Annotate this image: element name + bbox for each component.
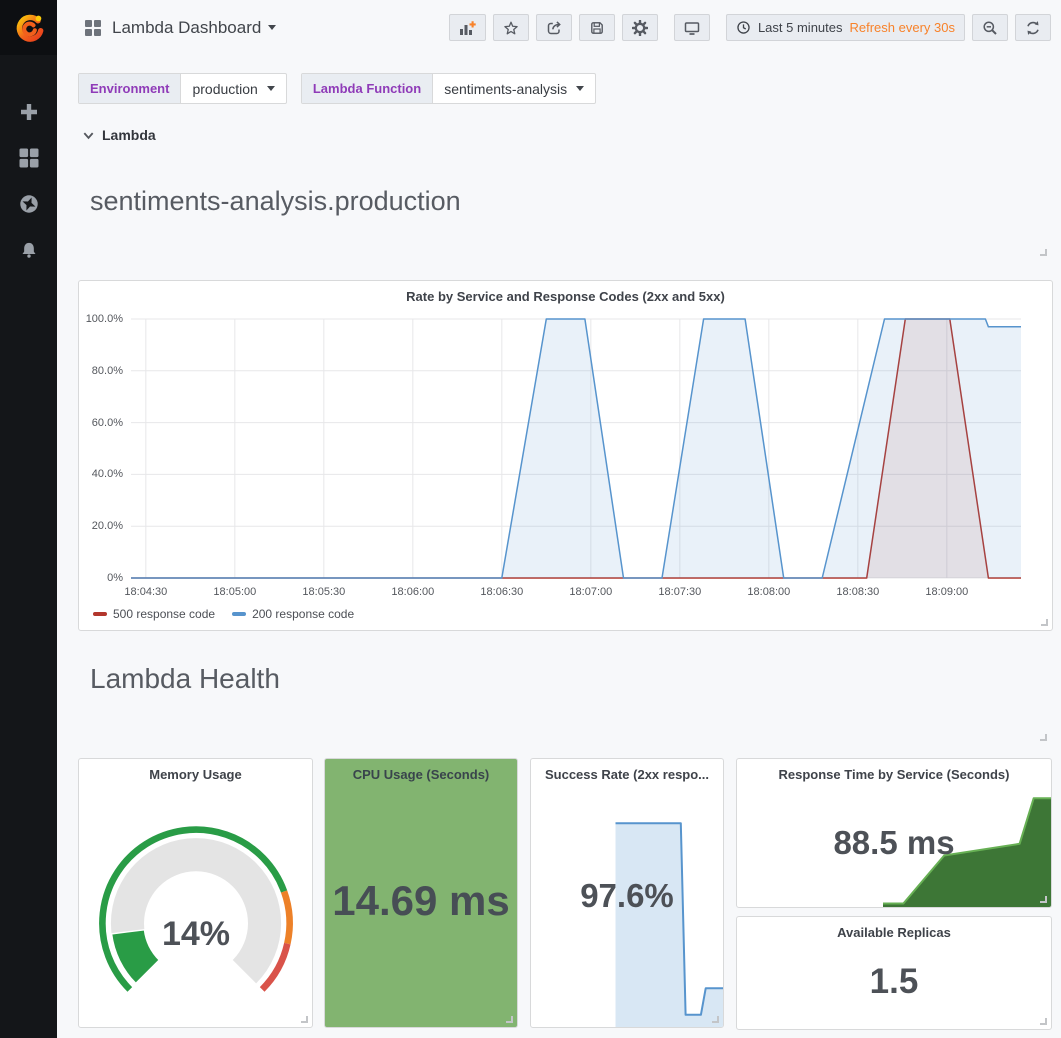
add-panel-icon: [459, 20, 476, 36]
settings-gear-icon: [632, 20, 648, 36]
panel-resize-handle[interactable]: [1040, 896, 1047, 903]
panel-success-rate: Success Rate (2xx respo... 97.6%: [530, 758, 724, 1028]
title-caret-icon: [268, 25, 276, 30]
legend-label-500: 500 response code: [113, 607, 215, 621]
legend-swatch-blue: [232, 612, 246, 616]
panel-resize-handle[interactable]: [301, 1016, 308, 1023]
panel-title[interactable]: Memory Usage: [79, 759, 312, 782]
refresh-interval-label: Refresh every 30s: [850, 20, 956, 35]
chart-legend: 500 response code 200 response code: [93, 607, 354, 621]
legend-swatch-red: [93, 612, 107, 616]
x-tick-label: 18:07:30: [658, 586, 701, 598]
health-heading: Lambda Health: [90, 663, 280, 695]
add-panel-button[interactable]: [449, 14, 486, 41]
panel-resize-handle[interactable]: [1040, 734, 1047, 741]
x-tick-label: 18:06:30: [480, 586, 523, 598]
y-tick-label: 100.0%: [86, 313, 131, 325]
x-tick-label: 18:05:00: [213, 586, 256, 598]
variable-environment-selected: production: [192, 81, 257, 97]
row-header-lambda[interactable]: Lambda: [82, 127, 156, 143]
star-icon: [503, 20, 519, 36]
panel-title[interactable]: Response Time by Service (Seconds): [737, 759, 1051, 782]
panel-memory-usage: Memory Usage 14%: [78, 758, 313, 1028]
cpu-value: 14.69 ms: [325, 877, 517, 925]
grafana-flame-icon: [11, 10, 47, 46]
row-title: Lambda: [102, 127, 156, 143]
y-tick-label: 20.0%: [92, 520, 131, 532]
panel-resize-handle[interactable]: [1040, 249, 1047, 256]
grafana-logo[interactable]: [0, 0, 57, 55]
response-time-value: 88.5 ms: [737, 824, 1051, 862]
y-tick-label: 0%: [107, 572, 131, 584]
x-tick-label: 18:06:00: [391, 586, 434, 598]
zoom-out-button[interactable]: [972, 14, 1008, 41]
legend-item-500[interactable]: 500 response code: [93, 607, 215, 621]
chevron-down-icon: [82, 129, 95, 142]
success-rate-value: 97.6%: [531, 877, 723, 915]
variable-lambda-function: Lambda Function sentiments-analysis: [301, 73, 596, 104]
add-plus-icon[interactable]: [18, 101, 40, 123]
y-tick-label: 40.0%: [92, 468, 131, 480]
x-tick-label: 18:07:00: [569, 586, 612, 598]
search-minus-icon: [982, 20, 998, 36]
x-tick-label: 18:05:30: [302, 586, 345, 598]
x-tick-label: 18:04:30: [124, 586, 167, 598]
explore-compass-icon[interactable]: [18, 193, 40, 215]
chevron-down-icon: [576, 86, 584, 91]
panel-resize-handle[interactable]: [1041, 619, 1048, 626]
x-tick-label: 18:09:00: [925, 586, 968, 598]
panel-resize-handle[interactable]: [506, 1016, 513, 1023]
panel-resize-handle[interactable]: [1040, 1018, 1047, 1025]
panel-rate-by-service: Rate by Service and Response Codes (2xx …: [78, 280, 1053, 631]
template-variables: Environment production Lambda Function s…: [78, 73, 596, 104]
variable-environment: Environment production: [78, 73, 287, 104]
share-icon: [546, 20, 562, 36]
panel-resize-handle[interactable]: [712, 1016, 719, 1023]
settings-button[interactable]: [622, 14, 658, 41]
save-icon: [589, 20, 605, 36]
tv-mode-icon: [684, 20, 700, 36]
panel-cpu-usage: CPU Usage (Seconds) 14.69 ms: [324, 758, 518, 1028]
refresh-icon: [1025, 20, 1041, 36]
sidebar: [0, 0, 57, 1038]
panel-response-time: Response Time by Service (Seconds) 88.5 …: [736, 758, 1052, 908]
tv-mode-button[interactable]: [674, 14, 710, 41]
save-button[interactable]: [579, 14, 615, 41]
variable-environment-label: Environment: [79, 74, 181, 103]
refresh-button[interactable]: [1015, 14, 1051, 41]
dashboard-grid-icon: [85, 20, 101, 36]
service-heading: sentiments-analysis.production: [90, 186, 461, 217]
variable-lambda-function-value[interactable]: sentiments-analysis: [433, 74, 595, 103]
panel-title[interactable]: Success Rate (2xx respo...: [531, 759, 723, 782]
time-range-button[interactable]: Last 5 minutes Refresh every 30s: [726, 14, 965, 41]
panel-title[interactable]: CPU Usage (Seconds): [325, 759, 517, 782]
gauge-value: 14%: [161, 915, 229, 953]
gauge-threshold-orange: [284, 892, 290, 944]
chevron-down-icon: [267, 86, 275, 91]
star-button[interactable]: [493, 14, 529, 41]
variable-lambda-function-selected: sentiments-analysis: [444, 81, 567, 97]
variable-environment-value[interactable]: production: [181, 74, 285, 103]
y-tick-label: 60.0%: [92, 417, 131, 429]
legend-label-200: 200 response code: [252, 607, 354, 621]
x-tick-label: 18:08:30: [836, 586, 879, 598]
share-button[interactable]: [536, 14, 572, 41]
dashboard-title[interactable]: Lambda Dashboard: [112, 18, 261, 38]
chart-panel-title[interactable]: Rate by Service and Response Codes (2xx …: [79, 281, 1052, 304]
memory-gauge: 14%: [92, 821, 300, 999]
time-range-label: Last 5 minutes: [758, 20, 843, 35]
x-tick-label: 18:08:00: [747, 586, 790, 598]
available-replicas-value: 1.5: [737, 962, 1051, 1002]
alerting-bell-icon[interactable]: [18, 239, 40, 261]
legend-item-200[interactable]: 200 response code: [232, 607, 354, 621]
dashboards-grid-icon[interactable]: [18, 147, 40, 169]
variable-lambda-function-label: Lambda Function: [302, 74, 433, 103]
clock-icon: [736, 20, 751, 35]
time-series-plot[interactable]: 18:04:3018:05:0018:05:3018:06:0018:06:30…: [131, 319, 1021, 578]
panel-title[interactable]: Available Replicas: [737, 917, 1051, 940]
panel-available-replicas: Available Replicas 1.5: [736, 916, 1052, 1030]
y-tick-label: 80.0%: [92, 365, 131, 377]
navbar: Lambda Dashboard: [57, 0, 1061, 55]
success-rate-sparkline: [531, 815, 723, 1027]
